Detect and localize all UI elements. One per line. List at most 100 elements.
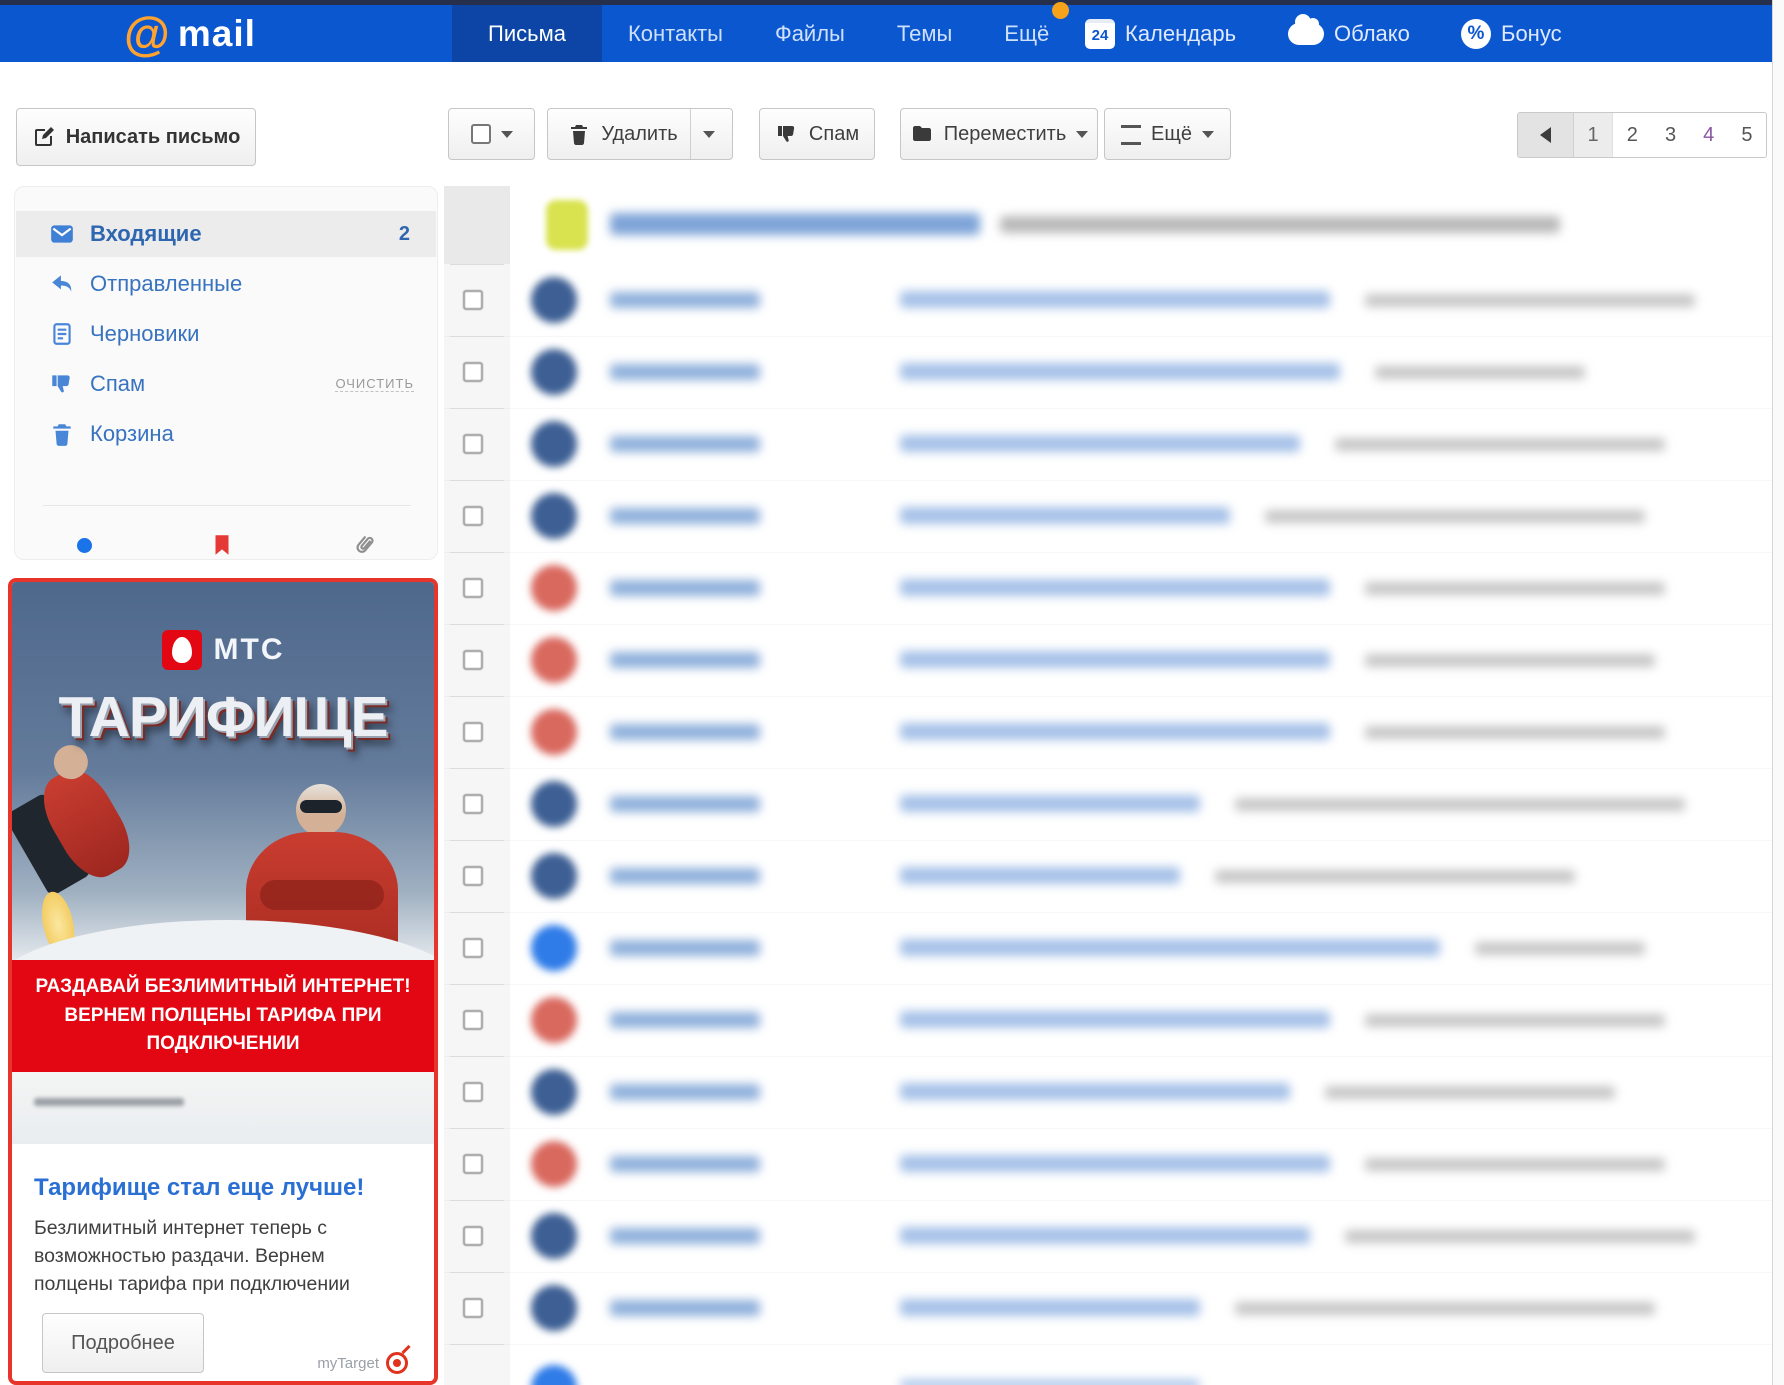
tab-Файлы[interactable]: Файлы <box>749 5 871 62</box>
tab-Ещё[interactable]: Ещё <box>978 5 1075 62</box>
row-separator <box>450 1272 504 1273</box>
ad-details-button[interactable]: Подробнее <box>42 1313 204 1373</box>
row-separator <box>450 1128 504 1129</box>
promo-row[interactable] <box>444 186 1772 264</box>
email-row[interactable] <box>444 696 1772 769</box>
email-row[interactable] <box>444 552 1772 625</box>
email-checkbox[interactable] <box>463 434 483 454</box>
spam-button[interactable]: Спам <box>759 108 875 160</box>
email-row[interactable] <box>444 480 1772 553</box>
sender-avatar <box>531 1069 577 1115</box>
subject-blurred <box>900 363 1340 380</box>
subject-blurred <box>900 579 1330 596</box>
row-separator <box>450 480 504 481</box>
email-checkbox[interactable] <box>463 1010 483 1030</box>
email-row[interactable] <box>444 1056 1772 1129</box>
delete-button[interactable]: Удалить <box>547 108 733 160</box>
delete-dropdown[interactable] <box>690 109 727 159</box>
unread-dot-icon[interactable] <box>77 538 92 553</box>
email-checkbox[interactable] <box>463 362 483 382</box>
select-all-button[interactable] <box>448 108 535 160</box>
mailru-logo[interactable]: @ mail <box>124 5 256 62</box>
nav-tabs: ПисьмаКонтактыФайлыТемыЕщё <box>452 5 1075 62</box>
ad-banner[interactable]: МТС ТАРИФИЩЕ РАЗДАВАЙ БЕЗЛИМИТНЫЙ ИНТЕРН… <box>8 578 438 1385</box>
snippet-blurred <box>1265 510 1645 523</box>
chevron-down-icon <box>1076 131 1088 138</box>
email-checkbox[interactable] <box>463 866 483 886</box>
sender-avatar <box>531 925 577 971</box>
page-2[interactable]: 2 <box>1613 113 1651 157</box>
row-separator <box>450 768 504 769</box>
subject-blurred <box>900 1227 1310 1244</box>
sender-name-blurred <box>610 1012 760 1028</box>
sender-name-blurred <box>610 436 760 452</box>
email-checkbox[interactable] <box>463 1154 483 1174</box>
folder-Корзина[interactable]: Корзина <box>16 411 436 457</box>
email-row[interactable] <box>444 912 1772 985</box>
page-1[interactable]: 1 <box>1574 113 1613 157</box>
app-Бонус[interactable]: %Бонус <box>1461 5 1562 62</box>
page-4[interactable]: 4 <box>1690 113 1728 157</box>
ad-body-text: Безлимитный интернет теперь с возможност… <box>34 1214 402 1299</box>
email-checkbox[interactable] <box>463 578 483 598</box>
folder-Черновики[interactable]: Черновики <box>16 311 436 357</box>
page-3[interactable]: 3 <box>1651 113 1689 157</box>
app-label: Облако <box>1334 21 1410 47</box>
email-checkbox[interactable] <box>463 722 483 742</box>
email-row[interactable] <box>444 264 1772 337</box>
folder-Отправленные[interactable]: Отправленные <box>16 261 436 307</box>
folder-Входящие[interactable]: Входящие2 <box>16 211 436 257</box>
email-row[interactable] <box>444 1128 1772 1201</box>
email-row[interactable] <box>444 1272 1772 1345</box>
prev-page-button[interactable] <box>1518 113 1574 157</box>
email-row[interactable] <box>444 336 1772 409</box>
email-row[interactable] <box>444 408 1772 481</box>
email-checkbox[interactable] <box>463 938 483 958</box>
email-checkbox[interactable] <box>463 794 483 814</box>
flag-icon[interactable] <box>209 532 235 558</box>
app-Облако[interactable]: Облако <box>1288 5 1410 62</box>
email-row[interactable] <box>444 624 1772 697</box>
promo-text-blurred <box>1000 216 1560 233</box>
more-button[interactable]: Ещё <box>1104 108 1231 160</box>
email-checkbox[interactable] <box>463 1082 483 1102</box>
tab-Темы[interactable]: Темы <box>871 5 978 62</box>
notification-badge <box>1052 2 1069 19</box>
email-checkbox[interactable] <box>463 1298 483 1318</box>
email-row[interactable] <box>444 840 1772 913</box>
clear-spam-link[interactable]: ОЧИСТИТЬ <box>335 376 414 392</box>
sender-avatar <box>531 637 577 683</box>
calendar-icon: 24 <box>1085 19 1115 49</box>
ad-headline[interactable]: Тарифище стал еще лучше! <box>34 1174 412 1202</box>
email-checkbox[interactable] <box>463 1226 483 1246</box>
mytarget-label: myTarget <box>317 1355 379 1372</box>
tab-Контакты[interactable]: Контакты <box>602 5 749 62</box>
email-row[interactable] <box>444 1200 1772 1273</box>
row-separator <box>450 984 504 985</box>
app-Календарь[interactable]: 24Календарь <box>1085 5 1236 62</box>
promo-link-blurred <box>610 213 980 235</box>
row-separator <box>450 912 504 913</box>
email-row[interactable] <box>444 984 1772 1057</box>
email-checkbox[interactable] <box>463 290 483 310</box>
ad-network[interactable]: myTarget <box>317 1352 408 1374</box>
tab-Письма[interactable]: Письма <box>452 5 602 62</box>
folder-Спам[interactable]: СпамОЧИСТИТЬ <box>16 361 436 407</box>
move-button[interactable]: Переместить <box>900 108 1098 160</box>
sender-name-blurred <box>610 652 760 668</box>
snippet-blurred <box>1375 366 1585 379</box>
compose-button[interactable]: Написать письмо <box>16 108 256 166</box>
more-label: Ещё <box>1151 123 1192 146</box>
attachment-icon[interactable] <box>346 527 383 564</box>
email-row[interactable] <box>444 768 1772 841</box>
email-checkbox[interactable] <box>463 506 483 526</box>
spam-icon <box>49 371 75 397</box>
compose-icon <box>32 125 56 149</box>
select-checkbox[interactable] <box>471 124 491 144</box>
email-checkbox[interactable] <box>463 650 483 670</box>
page-5[interactable]: 5 <box>1728 113 1766 157</box>
scrollbar-track[interactable] <box>1772 0 1784 1385</box>
row-separator <box>450 1056 504 1057</box>
email-row-partial[interactable] <box>444 1344 1772 1385</box>
cloud-icon <box>1288 23 1324 45</box>
